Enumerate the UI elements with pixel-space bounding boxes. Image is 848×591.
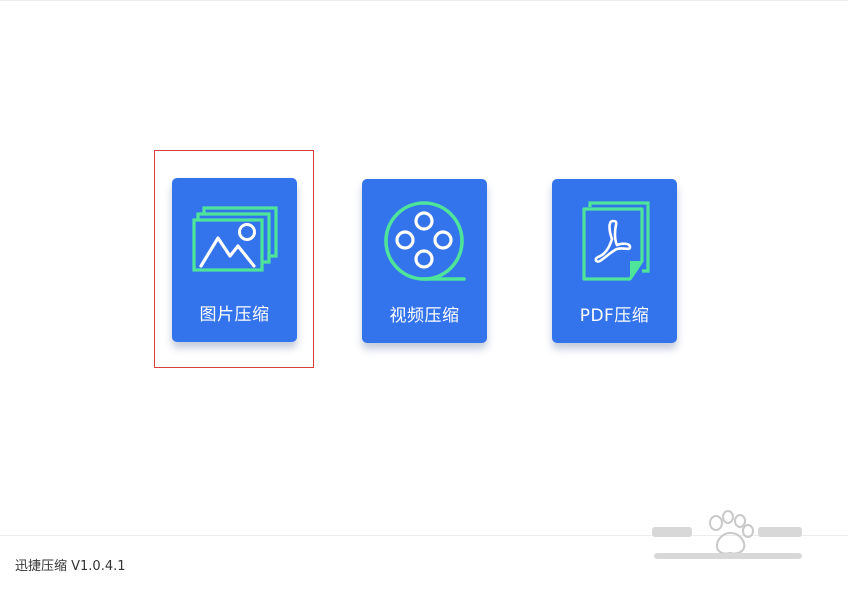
app-version-text: 迅捷压缩 V1.0.4.1	[15, 559, 126, 574]
image-compress-label: 图片压缩	[199, 305, 270, 325]
pdf-compress-button[interactable]: PDF压缩	[552, 179, 677, 343]
pdf-compress-label: PDF压缩	[579, 306, 650, 326]
baidu-jingyan-watermark-logo	[652, 510, 802, 559]
video-reel-icon	[384, 201, 466, 281]
image-compress-button[interactable]: 图片压缩	[172, 178, 297, 342]
video-compress-label: 视频压缩	[389, 306, 460, 326]
image-compress-icon	[192, 206, 278, 272]
pdf-file-icon	[582, 201, 650, 281]
video-compress-button[interactable]: 视频压缩	[362, 179, 487, 343]
top-divider	[0, 0, 848, 1]
app-window: 图片压缩 视频压缩 PDF压缩 迅捷压缩 V1.0.4.1	[0, 0, 848, 591]
